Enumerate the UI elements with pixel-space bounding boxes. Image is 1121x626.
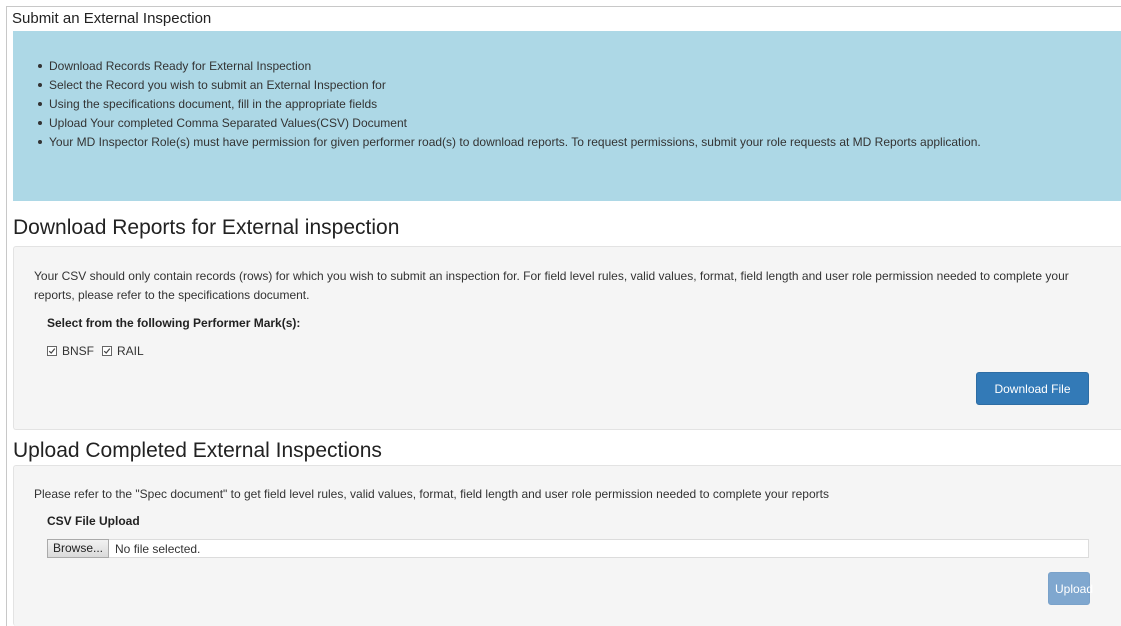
download-description: Your CSV should only contain records (ro… xyxy=(34,269,1069,302)
checkbox-label: RAIL xyxy=(117,344,144,358)
performer-marks-label: Select from the following Performer Mark… xyxy=(47,316,301,330)
download-file-button[interactable]: Download File xyxy=(976,372,1089,405)
instruction-item: Your MD Inspector Role(s) must have perm… xyxy=(37,133,1097,152)
upload-button[interactable]: Upload xyxy=(1048,572,1093,605)
instruction-item: Using the specifications document, fill … xyxy=(37,95,1097,114)
file-status-text: No file selected. xyxy=(115,541,201,556)
checkbox-bnsf[interactable]: BNSF xyxy=(47,344,94,358)
checkbox-rail[interactable]: RAIL xyxy=(102,344,144,358)
csv-file-input[interactable]: Browse... No file selected. xyxy=(47,538,1089,558)
checkbox-label: BNSF xyxy=(62,344,95,358)
upload-description: Please refer to the "Spec document" to g… xyxy=(34,487,829,501)
checkbox-checked-icon[interactable] xyxy=(47,346,57,356)
instructions-list: Download Records Ready for External Insp… xyxy=(37,57,1097,152)
download-section-heading: Download Reports for External inspection xyxy=(13,216,400,239)
instructions-panel: Download Records Ready for External Insp… xyxy=(13,31,1121,201)
page-title: Submit an External Inspection xyxy=(12,10,212,27)
instruction-item: Download Records Ready for External Insp… xyxy=(37,57,1097,76)
checkbox-checked-icon[interactable] xyxy=(102,346,113,356)
instruction-item: Upload Your completed Comma Separated Va… xyxy=(37,114,1097,133)
upload-section-heading: Upload Completed External Inspections xyxy=(13,439,382,462)
csv-file-upload-label: CSV File Upload xyxy=(47,514,140,528)
performer-marks-group: BNSF RAIL xyxy=(47,344,152,358)
instruction-item: Select the Record you wish to submit an … xyxy=(37,76,1097,95)
browse-button[interactable]: Browse... xyxy=(47,538,110,558)
